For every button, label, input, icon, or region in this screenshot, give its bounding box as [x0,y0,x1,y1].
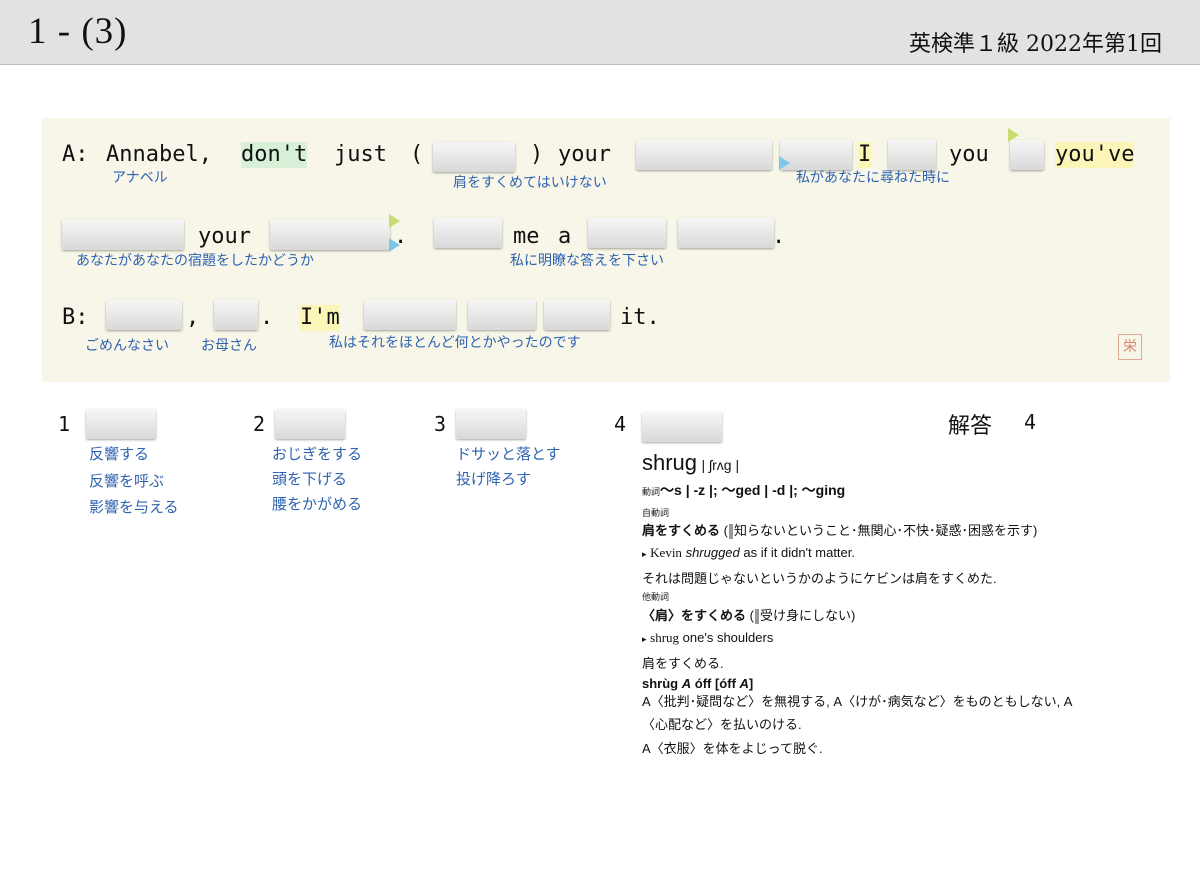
word-it: it. [620,305,660,330]
hidden-word-blank[interactable] [270,220,390,250]
option-1-gloss: 反響する [89,445,150,463]
hidden-word-blank[interactable] [468,300,536,330]
phrase-head-a: shrùg [642,676,679,691]
option-1-number: 1 [58,412,71,436]
phrase-definition-1: A〈批判･疑問など〉を無視する, A〈けが･病気など〉をものともしない, A [642,694,1073,709]
phrase-head-c: óff [óff [694,676,736,691]
phrase-definition-3: A〈衣服〉を体をよじって脱ぐ. [642,741,823,756]
period: . [772,224,786,249]
example-2-en-b: one's shoulders [682,630,774,645]
option-2-number: 2 [253,412,266,436]
word-dont: don't [241,142,308,168]
word-a: a [558,224,572,249]
example-1-en-c: as if it didn't matter. [743,545,855,560]
speaker-a: A: [62,142,89,167]
hidden-word-blank[interactable] [434,218,502,248]
option-1-gloss: 影響を与える [89,498,179,516]
transitive-tag: 他動詞 [642,592,670,602]
hidden-word-blank[interactable] [214,300,258,330]
example-1-en-b: shrugged [685,545,740,560]
comma: , [186,305,200,330]
marker-flag [389,214,400,228]
hidden-word-blank[interactable] [636,140,772,170]
option-1-blank[interactable] [86,409,156,439]
word-i: I [858,142,872,168]
gloss-annabel: アナベル [112,170,168,186]
option-3-blank[interactable] [456,409,526,439]
sense-1-paren: ( [723,523,728,538]
marker-flag [1008,128,1019,142]
exam-title: 英検準１級 2022年第1回 [909,32,1162,57]
sense-2-head: 〈肩〉をすくめる [642,608,747,623]
gloss-mom: お母さん [201,338,257,354]
gloss-when-i-asked: 私があなたに尋ねた時に [796,170,950,186]
sense-1-head: 肩をすくめる [642,523,721,538]
intransitive-tag: 自動詞 [642,508,670,518]
headword: shrug [642,450,698,475]
hidden-word-blank[interactable] [888,140,936,170]
phrase-head-d: A [739,676,749,691]
text-cursor [754,609,759,625]
hidden-word-blank[interactable] [588,218,666,248]
option-2-gloss: 頭を下げる [272,470,348,488]
example-1-ja: それは問題じゃないというかのようにケビンは肩をすくめた. [642,571,997,586]
option-3-gloss: ドサッと落とす [456,445,561,463]
word-your-2: your [198,224,251,249]
hidden-word-blank[interactable] [106,300,182,330]
speaker-b: B: [62,305,89,330]
seal-stamp: 栄 [1118,334,1142,360]
question-number: 1 - (3) [28,11,128,52]
word-me: me [513,224,540,249]
example-2-en-a: shrug [650,630,680,645]
word-your: your [558,142,611,167]
option-3-gloss: 投げ降ろす [456,470,532,488]
option-4-blank[interactable] [642,412,722,442]
text-cursor [728,524,733,540]
sense-2-paren: ( [749,608,754,623]
example-marker: ▸ [642,634,647,644]
example-1-en-a: Kevin [650,545,682,560]
hidden-word-blank[interactable] [678,218,774,248]
option-2-gloss: おじぎをする [272,445,363,463]
answer-blank[interactable] [433,142,515,172]
option-3-number: 3 [434,412,447,436]
paren-close: ) [530,142,544,167]
example-marker: ▸ [642,549,647,559]
inflections: 〜s | -z |; 〜ged | -d |; 〜ging [660,482,846,498]
marker-flag [779,156,790,170]
word-annabel: Annabel, [106,142,212,167]
option-2-gloss: 腰をかがめる [272,495,363,513]
answer-label: 解答 [948,414,993,439]
period: . [260,305,274,330]
phrase-head-e: ] [748,676,754,691]
paren-open: ( [410,142,424,167]
phrase-head-b: A [681,676,692,691]
hidden-word-blank[interactable] [364,300,456,330]
gloss-sorry: ごめんなさい [85,338,169,354]
hidden-word-blank[interactable] [544,300,610,330]
option-4-number: 4 [614,412,627,436]
word-youve: you've [1055,142,1135,168]
pos-tag: 動詞 [642,487,661,497]
gloss-homework: あなたがあなたの宿題をしたかどうか [76,253,314,269]
option-1-gloss: 反響を呼ぶ [89,472,165,490]
hidden-word-blank[interactable] [780,140,852,170]
word-im: I'm [300,305,340,331]
answer-value: 4 [1024,410,1037,434]
gloss-shrug: 肩をすくめてはいけない [453,175,607,191]
word-you: you [949,142,989,167]
sense-2-note: 受け身にしない) [759,608,856,623]
gloss-managed: 私はそれをほとんど何とかやったのです [329,335,581,351]
sense-1-note: 知らないということ･無関心･不快･疑惑･困惑を示す) [733,523,1038,538]
phrase-definition-2: 〈心配など〉を払いのける. [642,717,802,732]
hidden-word-blank[interactable] [62,220,184,250]
gloss-clear-answer: 私に明瞭な答えを下さい [510,253,664,269]
word-just: just [334,142,387,167]
example-2-ja: 肩をすくめる. [642,656,724,671]
pronunciation: | ʃrʌg | [701,457,740,473]
option-2-blank[interactable] [275,409,345,439]
hidden-word-blank[interactable] [1010,140,1044,170]
title-bar: 1 - (3) 英検準１級 2022年第1回 [0,0,1200,65]
marker-flag [389,238,400,252]
